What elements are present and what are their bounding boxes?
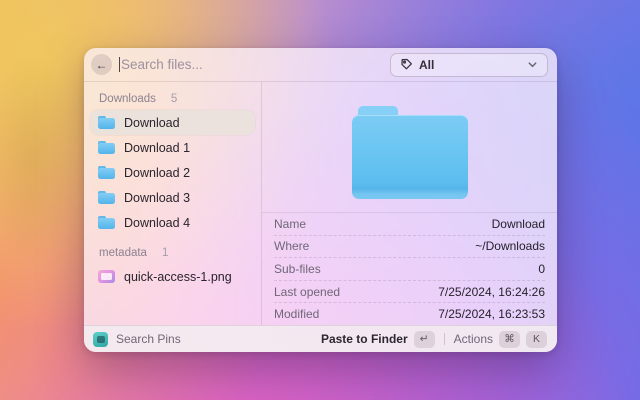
action-bar: Search Pins Paste to Finder ↵ Actions ⌘ … (84, 325, 557, 352)
detail-value: Download (492, 217, 545, 231)
detail-row-subfiles: Sub-files 0 (274, 258, 545, 281)
search-field-wrap (119, 57, 383, 72)
detail-label: Where (274, 239, 309, 253)
return-key-badge[interactable]: ↵ (414, 331, 435, 348)
section-count: 1 (162, 247, 168, 259)
footer-app-name: Search Pins (116, 332, 181, 346)
back-button[interactable]: ← (91, 54, 112, 75)
detail-row-last-opened: Last opened 7/25/2024, 16:24:26 (274, 281, 545, 304)
actions-menu-button[interactable]: Actions (454, 332, 493, 346)
metadata-table: Name Download Where ~/Downloads Sub-file… (262, 213, 557, 325)
detail-label: Modified (274, 307, 319, 321)
detail-row-name: Name Download (274, 213, 545, 236)
folder-icon (98, 116, 115, 129)
section-gap (90, 235, 255, 242)
file-search-window: ← All Downloads 5 (84, 48, 557, 352)
detail-panel: Name Download Where ~/Downloads Sub-file… (262, 82, 557, 325)
folder-icon (98, 191, 115, 204)
sidebar-item-label: Download (124, 116, 180, 130)
detail-label: Sub-files (274, 262, 321, 276)
section-title: metadata (99, 247, 147, 259)
detail-value: 7/25/2024, 16:23:53 (438, 307, 545, 321)
footer-divider (444, 333, 445, 345)
paste-to-finder-button[interactable]: Paste to Finder (321, 332, 408, 346)
detail-label: Last opened (274, 285, 340, 299)
detail-label: Name (274, 217, 306, 231)
sidebar-item-download-2[interactable]: Download 2 (90, 160, 255, 185)
k-key-badge[interactable]: K (526, 331, 547, 348)
image-thumbnail-icon (98, 270, 115, 283)
search-header: ← All (84, 48, 557, 82)
section-count: 5 (171, 93, 177, 105)
section-title: Downloads (99, 93, 156, 105)
sidebar-item-download-1[interactable]: Download 1 (90, 135, 255, 160)
section-header-metadata: metadata 1 (90, 242, 255, 264)
folder-icon (98, 166, 115, 179)
file-preview (262, 82, 557, 213)
footer-actions-group: Paste to Finder ↵ Actions ⌘ K (321, 331, 547, 348)
sidebar-item-label: Download 3 (124, 191, 190, 205)
folder-body (352, 115, 468, 199)
folder-icon (98, 216, 115, 229)
sidebar-item-label: quick-access-1.png (124, 270, 232, 284)
sidebar-item-download[interactable]: Download (90, 110, 255, 135)
sidebar-item-download-4[interactable]: Download 4 (90, 210, 255, 235)
text-caret (119, 57, 120, 72)
folder-large-icon (352, 106, 468, 199)
detail-value: ~/Downloads (475, 239, 545, 253)
sidebar-item-label: Download 4 (124, 216, 190, 230)
folder-icon (98, 141, 115, 154)
cmd-key-badge[interactable]: ⌘ (499, 331, 520, 348)
window-body: Downloads 5 Download Download 1 Download… (84, 82, 557, 325)
detail-value: 7/25/2024, 16:24:26 (438, 285, 545, 299)
section-header-downloads: Downloads 5 (90, 88, 255, 110)
search-pins-app-icon (93, 332, 108, 347)
sidebar-item-label: Download 2 (124, 166, 190, 180)
tag-icon (400, 58, 413, 71)
tag-filter-dropdown[interactable]: All (390, 53, 548, 77)
sidebar-item-quick-access-png[interactable]: quick-access-1.png (90, 264, 255, 289)
detail-value: 0 (538, 262, 545, 276)
results-sidebar: Downloads 5 Download Download 1 Download… (84, 82, 262, 325)
sidebar-item-download-3[interactable]: Download 3 (90, 185, 255, 210)
back-arrow-icon: ← (96, 59, 108, 71)
detail-row-modified: Modified 7/25/2024, 16:23:53 (274, 303, 545, 325)
search-input[interactable] (121, 57, 383, 72)
tag-filter-value: All (419, 58, 434, 72)
detail-row-where: Where ~/Downloads (274, 236, 545, 259)
sidebar-item-label: Download 1 (124, 141, 190, 155)
chevron-down-icon (527, 59, 538, 70)
